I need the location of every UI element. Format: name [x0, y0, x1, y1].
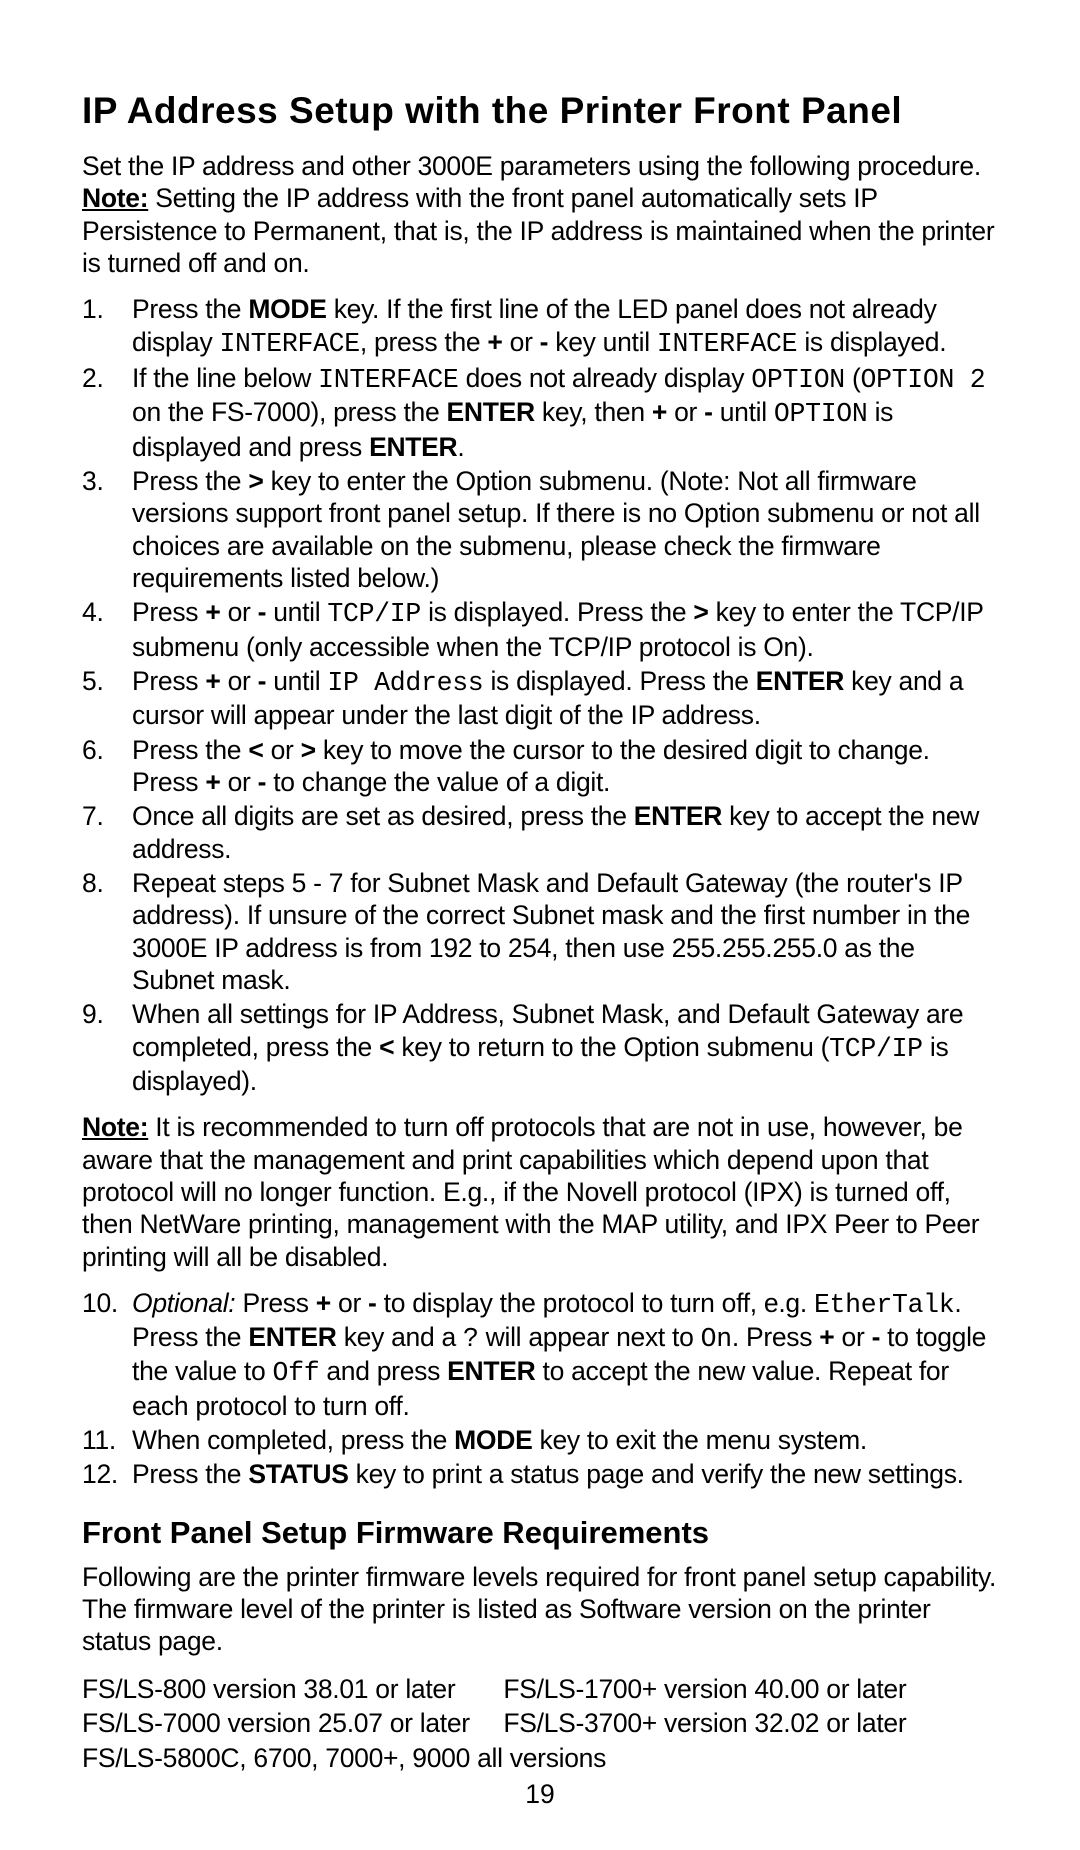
fw-left1: FS/LS-800 version 38.01 or later — [82, 1672, 503, 1706]
step-5: Press + or - until IP Address is display… — [82, 665, 998, 732]
intro-note-text: Setting the IP address with the front pa… — [82, 183, 994, 278]
steps-list-2: Optional: Press + or - to display the pr… — [82, 1287, 998, 1491]
page-number: 19 — [82, 1779, 998, 1810]
firmware-table: FS/LS-800 version 38.01 or later FS/LS-1… — [82, 1672, 998, 1775]
intro-note-label: Note: — [82, 183, 148, 213]
steps-list-1: Press the MODE key. If the first line of… — [82, 293, 998, 1097]
step-10: Optional: Press + or - to display the pr… — [82, 1287, 998, 1422]
fw-right1: FS/LS-1700+ version 40.00 or later — [503, 1672, 998, 1706]
fw-right2: FS/LS-3700+ version 32.02 or later — [503, 1706, 998, 1740]
intro-paragraph: Set the IP address and other 3000E param… — [82, 150, 998, 279]
step-2: If the line below INTERFACE does not alr… — [82, 362, 998, 463]
step-11: When completed, press the MODE key to ex… — [82, 1424, 998, 1456]
mid-note-label: Note: — [82, 1112, 148, 1142]
step-9: When all settings for IP Address, Subnet… — [82, 998, 998, 1097]
mid-note-paragraph: Note: It is recommended to turn off prot… — [82, 1111, 998, 1273]
fw-left2: FS/LS-7000 version 25.07 or later — [82, 1706, 503, 1740]
step-3: Press the > key to enter the Option subm… — [82, 465, 998, 594]
step-12: Press the STATUS key to print a status p… — [82, 1458, 998, 1490]
firmware-heading: Front Panel Setup Firmware Requirements — [82, 1515, 998, 1551]
step-4: Press + or - until TCP/IP is displayed. … — [82, 596, 998, 663]
fw-full: FS/LS-5800C, 6700, 7000+, 9000 all versi… — [82, 1741, 998, 1775]
firmware-intro: Following are the printer firmware level… — [82, 1561, 998, 1658]
step-7: Once all digits are set as desired, pres… — [82, 800, 998, 865]
mid-note-text: It is recommended to turn off protocols … — [82, 1112, 979, 1271]
page-title: IP Address Setup with the Printer Front … — [82, 90, 998, 132]
step-6: Press the < or > key to move the cursor … — [82, 734, 998, 799]
intro-line1: Set the IP address and other 3000E param… — [82, 151, 981, 181]
step-1: Press the MODE key. If the first line of… — [82, 293, 998, 360]
step-8: Repeat steps 5 - 7 for Subnet Mask and D… — [82, 867, 998, 996]
